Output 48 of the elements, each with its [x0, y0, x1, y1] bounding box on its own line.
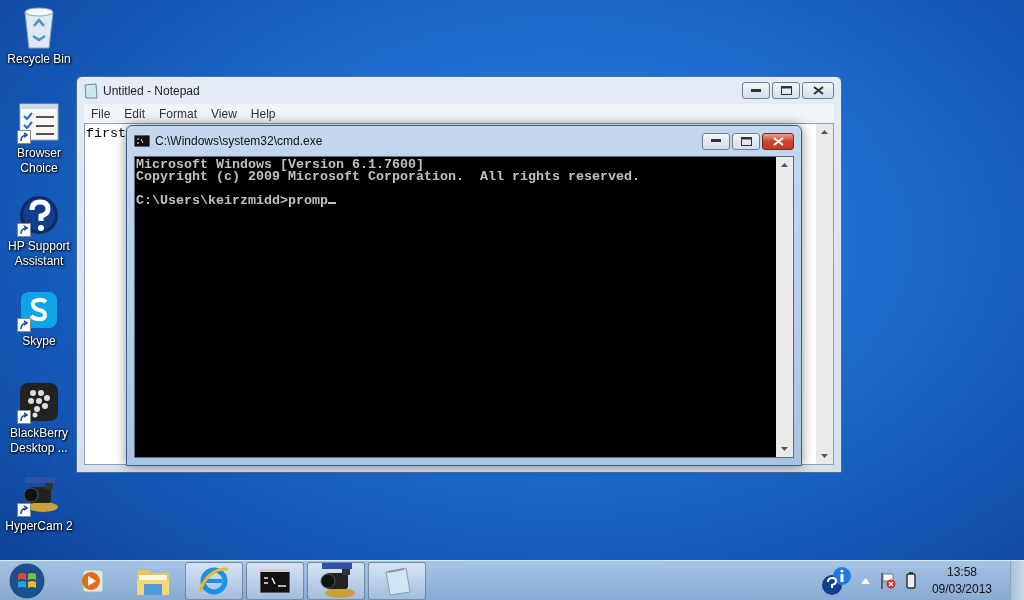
minimize-icon	[711, 139, 721, 143]
desktop-icon-label[interactable]: Recycle Bin	[7, 52, 71, 67]
shortcut-arrow-icon	[17, 503, 31, 517]
desktop-shortcut[interactable]	[17, 380, 61, 424]
close-button[interactable]	[762, 132, 794, 150]
maximize-icon	[780, 86, 792, 95]
window-title: C:\Windows\system32\cmd.exe	[155, 134, 324, 148]
battery-icon[interactable]	[905, 572, 916, 589]
help-info-icon[interactable]	[820, 565, 851, 596]
shortcut-arrow-icon	[17, 410, 31, 424]
desktop-icon-label[interactable]: Skype	[22, 334, 56, 349]
taskbar-button[interactable]	[307, 561, 365, 600]
maximize-button[interactable]	[732, 132, 760, 150]
desktop-icon-label[interactable]: HP Support Assistant	[0, 239, 78, 269]
notepad-icon	[382, 565, 412, 596]
console-icon	[134, 135, 150, 147]
desktop-icon-label[interactable]: BlackBerry Desktop ...	[0, 426, 78, 456]
media-player-icon	[79, 567, 105, 594]
maximize-icon	[740, 136, 752, 146]
close-icon	[772, 136, 784, 146]
window-title: Untitled - Notepad	[103, 83, 201, 98]
desktop-shortcut[interactable]	[17, 100, 61, 144]
checklist-icon	[19, 103, 59, 141]
help-icon	[19, 195, 59, 235]
console-output-line: Microsoft Windows [Version 6.1.7600]	[136, 159, 424, 171]
minimize-button[interactable]	[702, 132, 730, 150]
desktop-shortcut[interactable]	[17, 193, 61, 237]
shortcut-arrow-icon	[17, 318, 31, 332]
chat-icon	[20, 291, 58, 329]
document-text: first	[86, 126, 126, 141]
clock[interactable]: 13:58 09/03/2013	[931, 563, 992, 598]
flag-icon[interactable]	[879, 571, 896, 590]
vertical-scrollbar[interactable]	[776, 157, 793, 457]
recycle-bin-icon	[22, 6, 56, 50]
browser-icon	[198, 565, 230, 596]
phone-icon	[19, 382, 59, 422]
minimize-icon	[751, 88, 761, 93]
command-prompt-line: C:\Users\keirzmidd>promp	[136, 193, 328, 208]
console-output-line: Copyright (c) 2009 Microsoft Corporation. All rights reserved.	[136, 171, 641, 183]
notepad-icon	[84, 82, 98, 99]
taskbar-button[interactable]	[246, 561, 304, 600]
desktop-icon-label[interactable]: HyperCam 2	[5, 519, 73, 534]
desktop-icon-label[interactable]: Browser Choice	[0, 146, 78, 176]
console-icon	[260, 568, 290, 593]
shortcut-arrow-icon	[17, 223, 31, 237]
close-icon	[812, 86, 824, 95]
shortcut-arrow-icon	[17, 130, 31, 144]
text-cursor	[327, 202, 336, 204]
